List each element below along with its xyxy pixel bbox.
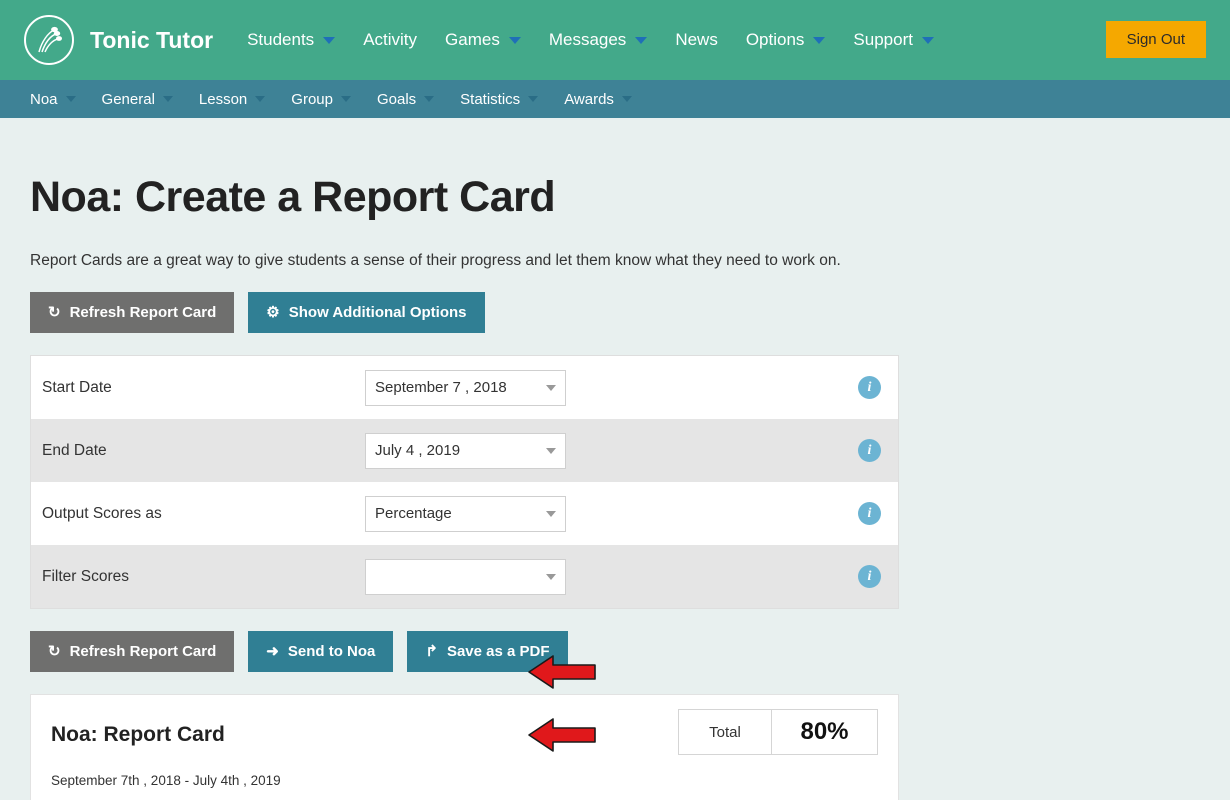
total-value: 80%: [772, 710, 877, 754]
subnav-item-awards[interactable]: Awards: [551, 91, 645, 108]
sub-nav: Noa General Lesson Group Goals Statistic…: [0, 80, 1230, 118]
subnav-item-statistics[interactable]: Statistics: [447, 91, 551, 108]
form-row-start-date: Start Date September 7 , 2018 i: [31, 356, 898, 419]
nav-item-messages[interactable]: Messages: [535, 30, 661, 50]
nav-label: Activity: [363, 30, 417, 50]
refresh-icon: ↻: [48, 644, 61, 659]
start-date-select[interactable]: September 7 , 2018: [365, 370, 566, 406]
chevron-down-icon: [813, 37, 825, 44]
output-scores-as-select[interactable]: Percentage: [365, 496, 566, 532]
select-value: July 4 , 2019: [375, 442, 546, 459]
chevron-down-icon: [635, 37, 647, 44]
chevron-down-icon: [546, 574, 556, 580]
tonic-tutor-logo-icon[interactable]: [24, 15, 74, 65]
chevron-down-icon: [922, 37, 934, 44]
page-content: Noa: Create a Report Card Report Cards a…: [0, 173, 1230, 800]
page-title: Noa: Create a Report Card: [30, 173, 1200, 222]
button-label: Refresh Report Card: [70, 304, 217, 321]
end-date-select[interactable]: July 4 , 2019: [365, 433, 566, 469]
chevron-down-icon: [163, 96, 173, 102]
button-label: Send to Noa: [288, 643, 376, 660]
chevron-down-icon: [255, 96, 265, 102]
subnav-label: Noa: [30, 91, 58, 108]
subnav-item-group[interactable]: Group: [278, 91, 364, 108]
chevron-down-icon: [546, 511, 556, 517]
select-value: September 7 , 2018: [375, 379, 546, 396]
chevron-down-icon: [323, 37, 335, 44]
nav-label: Messages: [549, 30, 626, 50]
send-to-noa-button[interactable]: ➜ Send to Noa: [248, 631, 393, 672]
chevron-down-icon: [528, 96, 538, 102]
nav-label: Students: [247, 30, 314, 50]
nav-label: News: [675, 30, 718, 50]
refresh-icon: ↻: [48, 305, 61, 320]
nav-item-support[interactable]: Support: [839, 30, 948, 50]
form-row-filter-scores: Filter Scores i: [31, 545, 898, 608]
field-label: End Date: [42, 442, 365, 460]
refresh-report-card-button-bottom[interactable]: ↻ Refresh Report Card: [30, 631, 234, 672]
page-description: Report Cards are a great way to give stu…: [30, 252, 1200, 270]
field-label: Output Scores as: [42, 505, 365, 523]
chevron-down-icon: [546, 448, 556, 454]
report-card-preview: Noa: Report Card Total 80% September 7th…: [30, 694, 899, 800]
field-label: Start Date: [42, 379, 365, 397]
chevron-down-icon: [341, 96, 351, 102]
subnav-item-goals[interactable]: Goals: [364, 91, 447, 108]
bottom-action-buttons: ↻ Refresh Report Card ➜ Send to Noa ↱ Sa…: [30, 631, 1200, 672]
sign-out-button[interactable]: Sign Out: [1106, 21, 1206, 58]
select-value: Percentage: [375, 505, 546, 522]
brand-name[interactable]: Tonic Tutor: [90, 27, 213, 54]
subnav-item-lesson[interactable]: Lesson: [186, 91, 278, 108]
chevron-down-icon: [509, 37, 521, 44]
nav-label: Support: [853, 30, 913, 50]
show-additional-options-button[interactable]: ⚙ Show Additional Options: [248, 292, 484, 333]
nav-item-news[interactable]: News: [661, 30, 732, 50]
subnav-label: Statistics: [460, 91, 520, 108]
arrow-right-icon: ➜: [266, 644, 279, 659]
save-pdf-icon: ↱: [425, 644, 438, 659]
total-score-box: Total 80%: [678, 709, 878, 755]
nav-label: Games: [445, 30, 500, 50]
filter-scores-select[interactable]: [365, 559, 566, 595]
subnav-item-general[interactable]: General: [89, 91, 186, 108]
save-as-pdf-button[interactable]: ↱ Save as a PDF: [407, 631, 567, 672]
nav-item-games[interactable]: Games: [431, 30, 535, 50]
main-nav: Students Activity Games Messages News Op…: [233, 30, 948, 50]
subnav-label: Lesson: [199, 91, 247, 108]
nav-label: Options: [746, 30, 805, 50]
info-icon[interactable]: i: [858, 565, 881, 588]
chevron-down-icon: [546, 385, 556, 391]
subnav-label: Goals: [377, 91, 416, 108]
subnav-item-noa[interactable]: Noa: [24, 91, 89, 108]
button-label: Refresh Report Card: [70, 643, 217, 660]
subnav-label: Group: [291, 91, 333, 108]
total-label: Total: [679, 710, 772, 754]
info-icon[interactable]: i: [858, 439, 881, 462]
info-icon[interactable]: i: [858, 376, 881, 399]
info-icon[interactable]: i: [858, 502, 881, 525]
report-card-date-range: September 7th , 2018 - July 4th , 2019: [51, 773, 878, 788]
form-row-output-scores-as: Output Scores as Percentage i: [31, 482, 898, 545]
chevron-down-icon: [66, 96, 76, 102]
report-options-panel: Start Date September 7 , 2018 i End Date…: [30, 355, 899, 609]
top-header: Tonic Tutor Students Activity Games Mess…: [0, 0, 1230, 80]
chevron-down-icon: [622, 96, 632, 102]
gear-icon: ⚙: [266, 305, 279, 320]
form-row-end-date: End Date July 4 , 2019 i: [31, 419, 898, 482]
top-action-buttons: ↻ Refresh Report Card ⚙ Show Additional …: [30, 292, 1200, 333]
button-label: Show Additional Options: [289, 304, 467, 321]
subnav-label: Awards: [564, 91, 614, 108]
subnav-label: General: [102, 91, 155, 108]
refresh-report-card-button-top[interactable]: ↻ Refresh Report Card: [30, 292, 234, 333]
button-label: Save as a PDF: [447, 643, 550, 660]
field-label: Filter Scores: [42, 568, 365, 586]
nav-item-activity[interactable]: Activity: [349, 30, 431, 50]
nav-item-students[interactable]: Students: [233, 30, 349, 50]
chevron-down-icon: [424, 96, 434, 102]
nav-item-options[interactable]: Options: [732, 30, 840, 50]
